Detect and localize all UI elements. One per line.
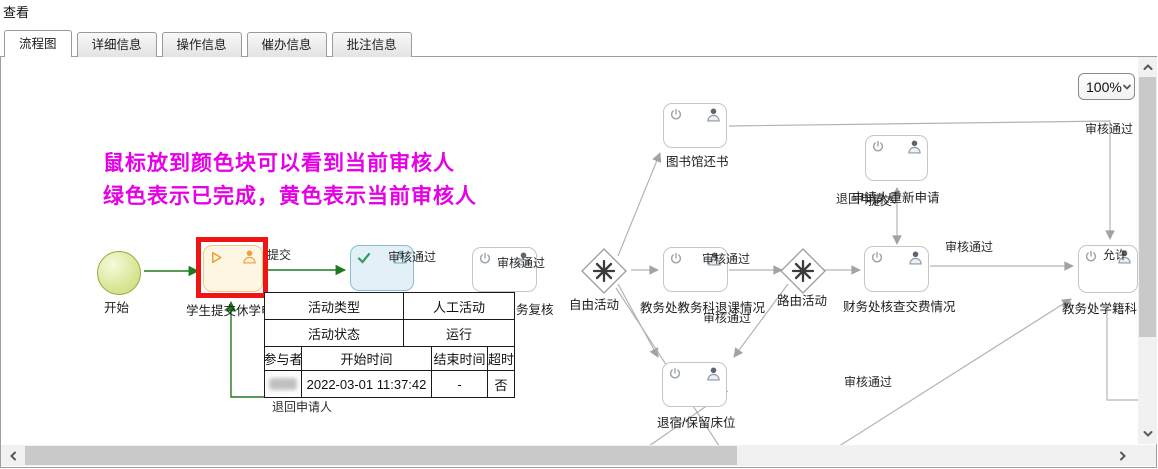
- tooltip-header-participant: 参与者: [265, 347, 302, 371]
- tab-flowchart[interactable]: 流程图: [4, 30, 72, 57]
- annotation-line-1: 鼠标放到颜色块可以看到当前审核人: [103, 147, 455, 177]
- node-label-reapply: 申请人重新申请: [852, 187, 940, 206]
- person-icon: [706, 107, 721, 122]
- tab-reminder-info[interactable]: 催办信息: [247, 32, 327, 57]
- node-label-registrar-review: 教务处学籍科审: [1062, 298, 1150, 317]
- flow-node-free-activity[interactable]: [580, 247, 628, 295]
- tooltip-header-timeout: 超时: [488, 347, 514, 371]
- tooltip-header-start: 开始时间: [302, 347, 432, 371]
- edge-label-approve: 审核通过: [945, 238, 993, 255]
- node-label-dorm: 退宿/保留床位: [657, 412, 735, 431]
- power-icon: [669, 252, 684, 267]
- edge-label-return-applicant: 退回申请人: [272, 398, 332, 415]
- tab-bar: 流程图 详细信息 操作信息 催办信息 批注信息: [4, 30, 412, 57]
- flow-node-library-return[interactable]: [663, 103, 727, 148]
- power-icon: [871, 140, 886, 155]
- power-icon: [668, 367, 683, 382]
- horizontal-scrollbar[interactable]: [1, 445, 1156, 466]
- power-icon: [669, 108, 684, 123]
- scroll-up-button[interactable]: [1138, 57, 1157, 77]
- annotation-line-2: 绿色表示已完成，黄色表示当前审核人: [103, 180, 477, 210]
- node-label-start: 开始: [104, 297, 129, 316]
- tooltip-header-end: 结束时间: [432, 347, 488, 371]
- node-label-free-activity: 自由活动: [569, 294, 619, 313]
- tooltip-status-label: 活动状态: [265, 320, 404, 347]
- edge-label-approve: 审核通过: [844, 373, 892, 390]
- zoom-level-value: 100%: [1086, 79, 1122, 95]
- highlight-box: [196, 237, 268, 298]
- horizontal-scrollbar-thumb[interactable]: [25, 446, 737, 465]
- tab-operation-info[interactable]: 操作信息: [162, 32, 242, 57]
- flow-node-finance-check[interactable]: [864, 246, 929, 292]
- flowchart-panel: [0, 56, 1157, 468]
- tab-detail-info[interactable]: 详细信息: [77, 32, 157, 57]
- edge-label-submit: 提交: [267, 246, 291, 263]
- node-label-review-fragment: 务复核: [516, 299, 554, 318]
- chevron-down-icon: [1122, 82, 1132, 92]
- power-icon: [478, 252, 493, 267]
- edge-label-allow: 允许: [1103, 246, 1127, 263]
- scroll-right-button[interactable]: [1111, 445, 1135, 466]
- zoom-level-select[interactable]: 100%: [1078, 73, 1135, 100]
- tooltip-type-value: 人工活动: [404, 293, 514, 320]
- scroll-left-button[interactable]: [1, 445, 25, 466]
- node-label-student-submit: 学生提交休学申: [186, 300, 274, 319]
- node-label-route-activity: 路由活动: [777, 290, 827, 309]
- activity-tooltip: 活动类型 人工活动 活动状态 运行 参与者 开始时间 结束时间 超时 2022-…: [264, 292, 515, 398]
- tooltip-timeout: 否: [488, 371, 514, 397]
- edge-label-approve: 审核通过: [497, 254, 545, 271]
- edge-label-approve: 审核通过: [388, 248, 436, 265]
- tooltip-type-label: 活动类型: [265, 293, 404, 320]
- participant-redacted: [269, 378, 297, 390]
- flow-node-start[interactable]: [97, 251, 141, 295]
- edge-label-approve: 审核通过: [1085, 120, 1133, 137]
- vertical-scrollbar-thumb[interactable]: [1139, 77, 1156, 337]
- vertical-scrollbar[interactable]: [1138, 57, 1157, 444]
- tooltip-start-time: 2022-03-01 11:37:42: [302, 371, 432, 397]
- tab-annotation-info[interactable]: 批注信息: [332, 32, 412, 57]
- tooltip-participant-cell: [265, 371, 302, 397]
- tooltip-end-time: -: [432, 371, 488, 397]
- flow-node-reapply[interactable]: [865, 135, 928, 181]
- page-title: 查看: [3, 2, 29, 21]
- flow-node-dorm[interactable]: [662, 362, 727, 407]
- scroll-down-button[interactable]: [1138, 424, 1157, 444]
- node-label-finance-check: 财务处核查交费情况: [843, 296, 956, 315]
- check-icon: [356, 250, 371, 265]
- person-icon: [706, 366, 721, 381]
- edge-label-approve: 审核通过: [702, 250, 750, 267]
- power-icon: [1084, 250, 1099, 265]
- asterisk-icon: [594, 261, 614, 281]
- flow-node-route-activity[interactable]: [779, 247, 827, 295]
- person-icon: [907, 139, 922, 154]
- tooltip-status-value: 运行: [404, 320, 514, 347]
- power-icon: [870, 251, 885, 266]
- node-label-library-return: 图书馆还书: [666, 151, 729, 170]
- asterisk-icon: [793, 261, 813, 281]
- edge-label-approve: 审核通过: [703, 309, 751, 326]
- person-icon: [908, 250, 923, 265]
